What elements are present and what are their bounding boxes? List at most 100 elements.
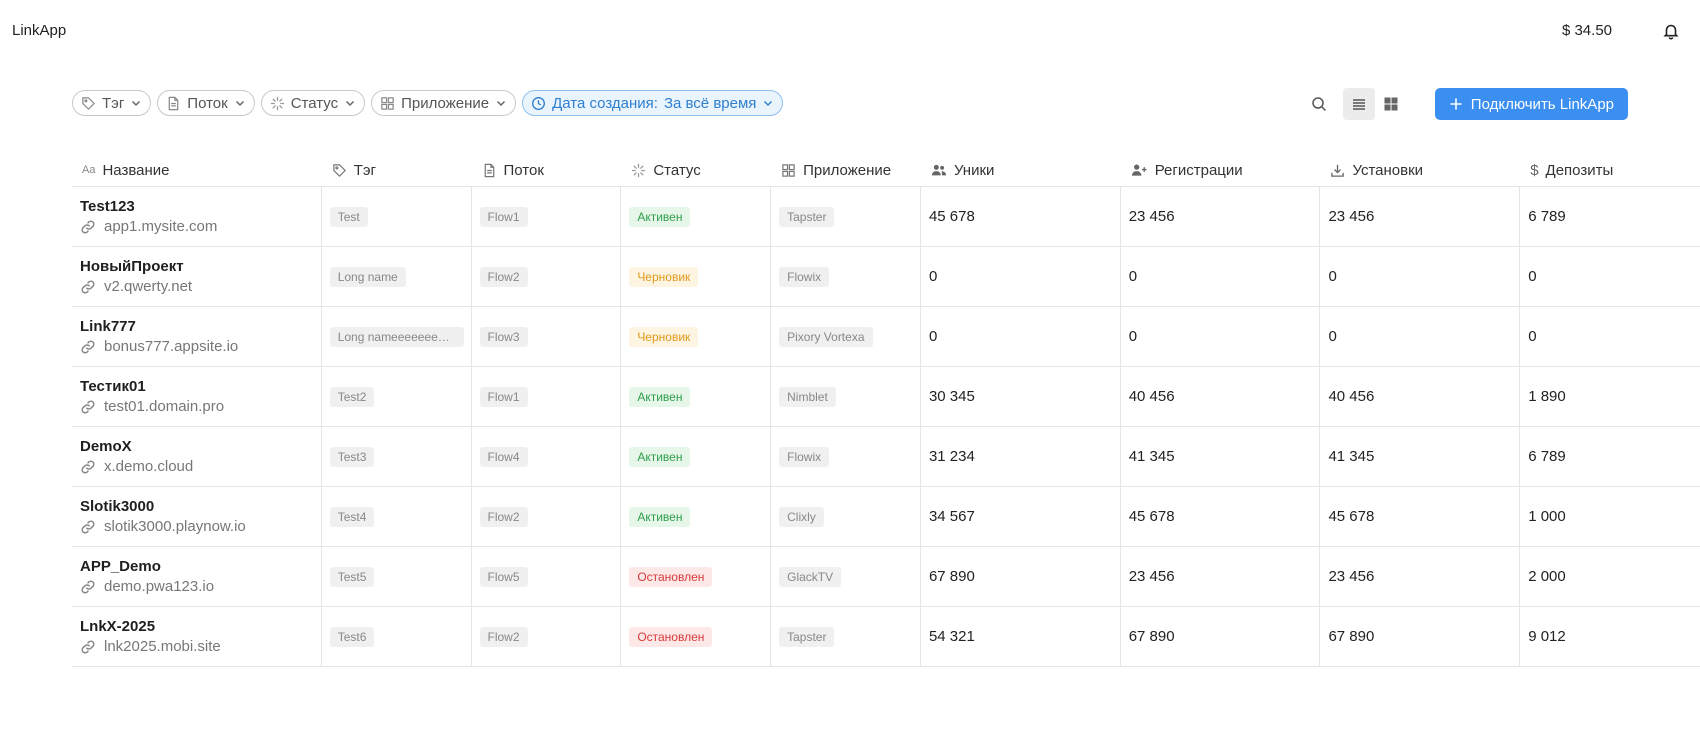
link-url[interactable]: lnk2025.mobi.site [80,638,221,655]
app-badge: GlackTV [779,566,842,587]
link-name[interactable]: Тестик01 [80,378,146,395]
column-header-registrations-label: Регистрации [1154,161,1243,179]
search-button[interactable] [1303,88,1335,120]
tag-cell: Test2 [322,367,472,426]
tag-badge: Test5 [329,566,375,587]
link-url[interactable]: v2.qwerty.net [80,278,192,295]
flow-badge: Flow2 [479,506,528,527]
filter-date-label: Дата создания: [552,94,658,112]
link-name[interactable]: Test123 [80,198,135,215]
column-header-registrations[interactable]: Регистрации [1121,154,1321,186]
table-row[interactable]: Link777 bonus777.appsite.io Long nameeee… [72,307,1700,367]
filter-bar: Тэг Поток Статус Приложение Дата создани… [72,90,784,116]
table-row[interactable]: LnkX-2025 lnk2025.mobi.site Test6 Flow2 … [72,607,1700,667]
registrations-cell: 0 [1121,247,1321,306]
name-cell: НовыйПроект v2.qwerty.net [72,247,322,306]
link-url[interactable]: test01.domain.pro [80,398,224,415]
tag-badge: Test4 [329,506,375,527]
deposits-cell: 6 789 [1528,448,1566,465]
bell-icon[interactable] [1662,22,1680,40]
grid-view-button[interactable] [1375,88,1407,120]
filter-tag[interactable]: Тэг [72,90,152,116]
link-icon [81,519,95,534]
column-header-tag[interactable]: Тэг [322,154,472,186]
chevron-down-icon [497,100,506,107]
installs-cell: 67 890 [1320,607,1521,666]
uniques-cell: 0 [921,247,1121,306]
filter-flow[interactable]: Поток [157,90,255,116]
column-header-installs-label: Установки [1352,161,1424,179]
link-url[interactable]: bonus777.appsite.io [80,338,238,355]
column-header-uniques[interactable]: Уники [921,154,1121,186]
status-cell: Остановлен [621,607,772,666]
name-cell: APP_Demo demo.pwa123.io [72,547,322,606]
link-icon [81,579,95,594]
link-icon [81,459,95,474]
column-header-name[interactable]: Aa Название [72,154,322,186]
search-icon [1312,97,1326,112]
connect-linkapp-label: Подключить LinkApp [1470,95,1614,113]
link-name[interactable]: DemoX [80,438,132,455]
status-badge: Активен [629,446,691,467]
column-header-status[interactable]: Статус [621,154,771,186]
column-header-app-label: Приложение [803,161,892,179]
table-row[interactable]: DemoX x.demo.cloud Test3 Flow4 Активен F… [72,427,1700,487]
registrations-cell: 23 456 [1121,187,1321,246]
name-cell: Тестик01 test01.domain.pro [72,367,322,426]
link-name[interactable]: Slotik3000 [80,498,154,515]
link-url[interactable]: demo.pwa123.io [80,578,214,595]
name-cell: DemoX x.demo.cloud [72,427,322,486]
column-header-installs[interactable]: Установки [1320,154,1520,186]
filter-date[interactable]: Дата создания: За всё время [522,90,784,116]
column-header-flow[interactable]: Поток [472,154,622,186]
deposits-cell: 0 [1528,268,1537,285]
table-row[interactable]: Test123 app1.mysite.com Test Flow1 Актив… [72,187,1700,247]
deposits-cell: 1 890 [1528,388,1566,405]
registrations-cell: 23 456 [1121,547,1321,606]
flow-badge: Flow2 [479,626,528,647]
registrations-cell: 40 456 [1121,367,1321,426]
deposits-cell: 1 000 [1528,508,1566,525]
app-logo[interactable]: LinkApp [12,22,66,39]
link-url-text: app1.mysite.com [104,218,218,235]
tag-cell: Test [322,187,472,246]
table-row[interactable]: НовыйПроект v2.qwerty.net Long name Flow… [72,247,1700,307]
link-name[interactable]: LnkX-2025 [80,618,155,635]
column-header-deposits[interactable]: $ Депозиты [1520,154,1700,186]
status-cell: Активен [621,487,772,546]
uniques-cell: 45 678 [921,187,1121,246]
flow-cell: Flow2 [472,247,622,306]
list-view-button[interactable] [1342,88,1375,120]
link-name[interactable]: APP_Demo [80,558,161,575]
link-icon [81,399,95,414]
connect-linkapp-button[interactable]: Подключить LinkApp [1434,88,1628,120]
chevron-down-icon [346,100,355,107]
link-url-text: test01.domain.pro [104,398,225,415]
tag-badge: Test6 [329,626,375,647]
link-url-text: x.demo.cloud [104,458,194,475]
link-name[interactable]: НовыйПроект [80,258,184,275]
tag-cell: Test6 [322,607,472,666]
tag-badge: Test [329,206,368,227]
installs-cell: 45 678 [1320,487,1521,546]
app-cell: GlackTV [771,547,921,606]
uniques-cell: 34 567 [921,487,1121,546]
status-badge: Остановлен [629,626,713,647]
table-row[interactable]: Тестик01 test01.domain.pro Test2 Flow1 А… [72,367,1700,427]
link-name[interactable]: Link777 [80,318,136,335]
dollar-icon: $ [1530,161,1539,179]
uniques-cell: 67 890 [921,547,1121,606]
table-row[interactable]: Slotik3000 slotik3000.playnow.io Test4 F… [72,487,1700,547]
filter-status[interactable]: Статус [260,90,366,116]
link-url-text: slotik3000.playnow.io [104,518,246,535]
table-body: Test123 app1.mysite.com Test Flow1 Актив… [72,187,1700,667]
flow-cell: Flow3 [472,307,622,366]
filter-app[interactable]: Приложение [371,90,517,116]
name-cell: Link777 bonus777.appsite.io [72,307,322,366]
link-url[interactable]: app1.mysite.com [80,218,217,235]
column-header-app[interactable]: Приложение [771,154,921,186]
table-row[interactable]: APP_Demo demo.pwa123.io Test5 Flow5 Оста… [72,547,1700,607]
user-plus-icon [1131,164,1147,176]
link-url[interactable]: slotik3000.playnow.io [80,518,246,535]
link-url[interactable]: x.demo.cloud [80,458,193,475]
